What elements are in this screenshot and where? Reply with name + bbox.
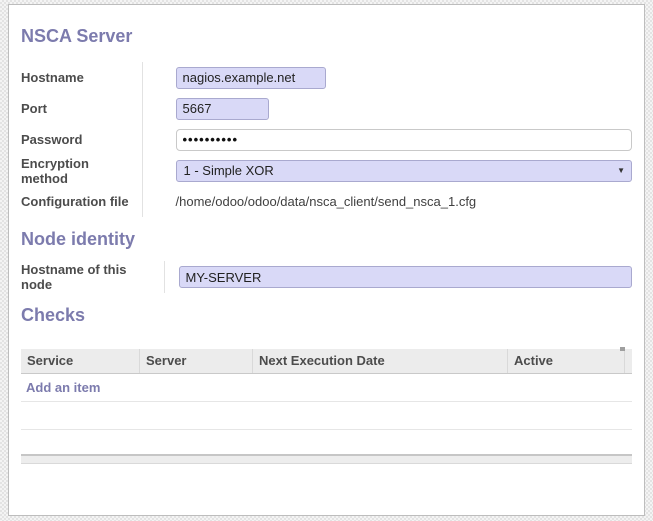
checks-list: Service Server Next Execution Date Activ… [21, 349, 632, 464]
scrollbar-corner-notch [620, 347, 625, 351]
add-item-row: Add an item [21, 374, 632, 402]
port-input[interactable] [176, 98, 269, 120]
form-panel: NSCA Server Hostname Port Password Encry… [8, 4, 645, 516]
password-input[interactable] [176, 129, 633, 151]
page-background: { "colors": { "accent": "#7c7bad", "fiel… [0, 0, 653, 521]
node-hostname-row: Hostname of this node [21, 261, 632, 293]
column-header-service[interactable]: Service [21, 349, 140, 373]
encryption-method-select[interactable]: 1 - Simple XOR ▼ [176, 160, 633, 182]
column-header-active[interactable]: Active [508, 349, 625, 373]
node-identity-field-group: Hostname of this node [21, 261, 632, 293]
node-hostname-label: Hostname of this node [21, 261, 164, 293]
hostname-label: Hostname [21, 62, 142, 93]
chevron-down-icon: ▼ [617, 167, 625, 175]
column-header-spacer [625, 349, 632, 373]
hostname-input[interactable] [176, 67, 326, 89]
password-label: Password [21, 124, 142, 155]
configuration-file-row: Configuration file /home/odoo/odoo/data/… [21, 186, 632, 217]
password-row: Password [21, 124, 632, 155]
empty-list-row [21, 402, 632, 430]
section-title-checks: Checks [21, 305, 632, 325]
section-title-node-identity: Node identity [21, 229, 632, 249]
add-an-item-link[interactable]: Add an item [21, 380, 100, 395]
node-hostname-input[interactable] [179, 266, 633, 288]
nsca-server-field-group: Hostname Port Password Encryption method… [21, 62, 632, 217]
hostname-row: Hostname [21, 62, 632, 93]
column-header-server[interactable]: Server [140, 349, 253, 373]
configuration-file-label: Configuration file [21, 186, 142, 217]
encryption-method-row: Encryption method 1 - Simple XOR ▼ [21, 155, 632, 186]
port-row: Port [21, 93, 632, 124]
section-title-nsca-server: NSCA Server [21, 26, 632, 46]
horizontal-scrollbar[interactable] [21, 454, 632, 464]
encryption-method-selected-value: 1 - Simple XOR [184, 163, 274, 178]
port-label: Port [21, 93, 142, 124]
checks-list-header: Service Server Next Execution Date Activ… [21, 349, 632, 374]
configuration-file-value: /home/odoo/odoo/data/nsca_client/send_ns… [176, 194, 477, 209]
encryption-method-label: Encryption method [21, 155, 142, 186]
column-header-next-execution-date[interactable]: Next Execution Date [253, 349, 508, 373]
